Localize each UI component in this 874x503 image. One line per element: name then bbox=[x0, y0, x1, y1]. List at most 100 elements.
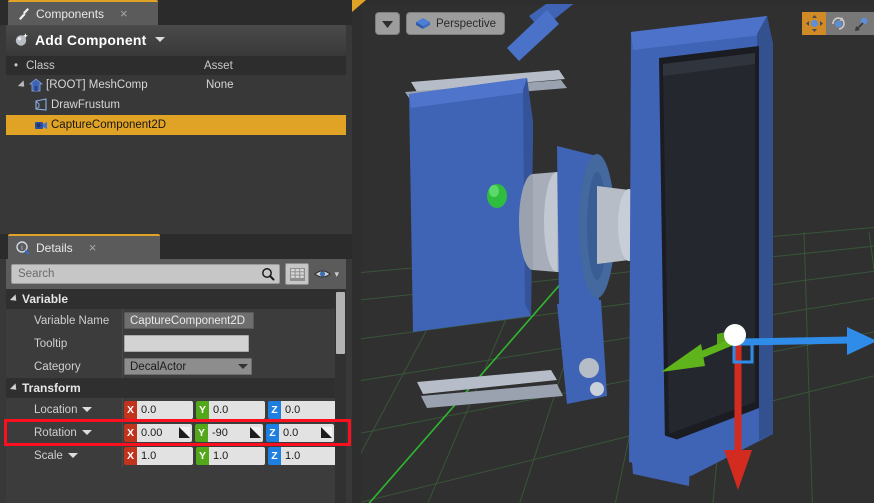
viewport-options-dropdown[interactable] bbox=[375, 12, 400, 35]
location-y-field[interactable]: Y 0.0 bbox=[196, 400, 265, 419]
input-variable-name[interactable]: CaptureComponent2D bbox=[124, 312, 254, 329]
viewport-toolbar: Perspective bbox=[375, 12, 506, 35]
perspective-label: Perspective bbox=[436, 17, 497, 30]
category-header-variable[interactable]: Variable bbox=[6, 289, 346, 309]
perspective-button[interactable]: Perspective bbox=[406, 12, 506, 35]
property-label-variable-name: Variable Name bbox=[34, 314, 110, 327]
property-row-category: Category DecalActor bbox=[6, 355, 346, 378]
details-scrollbar-thumb[interactable] bbox=[336, 292, 345, 354]
property-label-rotation: Rotation bbox=[6, 427, 124, 439]
add-component-button[interactable]: Add Component bbox=[6, 25, 346, 54]
tab-components[interactable]: Components × bbox=[8, 0, 158, 25]
axis-tag-z: Z bbox=[266, 423, 279, 442]
chevron-down-icon[interactable] bbox=[81, 429, 92, 435]
expander-arrow-icon[interactable] bbox=[17, 80, 28, 90]
rotation-x-field[interactable]: X 0.00 bbox=[124, 423, 192, 442]
tree-item-drawfrustum[interactable]: DrawFrustum bbox=[6, 95, 346, 115]
viewport-canvas[interactable]: Perspective bbox=[361, 4, 874, 503]
components-tree-header: • Class Asset bbox=[6, 56, 346, 75]
property-row-variable-name: Variable Name CaptureComponent2D bbox=[6, 309, 346, 332]
rotation-z-value[interactable]: 0.0 bbox=[279, 423, 334, 442]
frustum-icon bbox=[34, 98, 48, 112]
tab-details[interactable]: i Details × bbox=[8, 234, 160, 259]
rotation-y-field[interactable]: Y -90 bbox=[195, 423, 263, 442]
dropdown-value: DecalActor bbox=[130, 360, 187, 373]
input-tooltip[interactable] bbox=[124, 335, 249, 352]
grid-view-icon[interactable] bbox=[285, 263, 310, 285]
search-input[interactable]: Search bbox=[11, 264, 281, 284]
property-field-rotation: X 0.00 Y -90 Z 0.0 bbox=[124, 423, 334, 442]
spin-widget-icon[interactable] bbox=[250, 427, 261, 438]
property-label-location: Location bbox=[6, 404, 124, 416]
column-header-asset[interactable]: Asset bbox=[204, 60, 346, 72]
column-divider bbox=[122, 332, 123, 355]
scale-y-value[interactable]: 1.0 bbox=[209, 446, 265, 465]
location-x-field[interactable]: X 0.0 bbox=[124, 400, 193, 419]
location-y-value[interactable]: 0.0 bbox=[209, 400, 265, 419]
scale-x-field[interactable]: X 1.0 bbox=[124, 446, 193, 465]
rotation-x-value[interactable]: 0.00 bbox=[137, 423, 192, 442]
location-z-value[interactable]: 0.0 bbox=[281, 400, 337, 419]
scale-z-field[interactable]: Z 1.0 bbox=[268, 446, 337, 465]
axis-tag-y: Y bbox=[195, 423, 208, 442]
category-title: Transform bbox=[22, 381, 81, 395]
scale-z-value[interactable]: 1.0 bbox=[281, 446, 337, 465]
components-tree: [ROOT] MeshComp None DrawFrustum CaptureCom… bbox=[6, 75, 346, 229]
column-divider bbox=[122, 398, 123, 421]
details-search-toolbar: Search ▾ bbox=[6, 259, 346, 289]
tree-item-label: [ROOT] MeshComp bbox=[46, 79, 148, 91]
translate-gizmo[interactable] bbox=[361, 4, 874, 503]
vector-input-rotation: X 0.00 Y -90 Z 0.0 bbox=[124, 423, 334, 442]
tree-item-capturecomponent2d[interactable]: CaptureComponent2D bbox=[6, 115, 346, 135]
perspective-cube-icon bbox=[416, 18, 430, 29]
info-magnifier-icon: i bbox=[16, 240, 30, 255]
scene-capture-icon bbox=[34, 118, 48, 132]
tree-item-label: DrawFrustum bbox=[51, 99, 121, 111]
property-field-category: DecalActor bbox=[124, 358, 320, 375]
category-header-transform[interactable]: Transform bbox=[6, 378, 346, 398]
rotate-gizmo-button[interactable] bbox=[826, 12, 850, 35]
chevron-down-icon[interactable] bbox=[67, 452, 78, 458]
move-gizmo-icon bbox=[805, 15, 823, 32]
view-options-button[interactable]: ▾ bbox=[314, 268, 341, 280]
chevron-down-icon: ▾ bbox=[334, 268, 339, 279]
scale-x-value[interactable]: 1.0 bbox=[137, 446, 193, 465]
rotation-y-value[interactable]: -90 bbox=[208, 423, 263, 442]
expander-arrow-icon[interactable] bbox=[9, 294, 20, 304]
hammer-icon bbox=[19, 7, 29, 20]
rotation-z-field[interactable]: Z 0.0 bbox=[266, 423, 334, 442]
property-row-scale: Scale X 1.0 Y 1.0 Z 1.0 bbox=[6, 444, 346, 467]
property-field-location: X 0.0 Y 0.0 Z 0.0 bbox=[124, 400, 337, 419]
property-label-category: Category bbox=[34, 360, 81, 373]
close-icon[interactable]: × bbox=[89, 241, 97, 254]
location-x-value[interactable]: 0.0 bbox=[137, 400, 193, 419]
chevron-down-icon[interactable] bbox=[82, 406, 93, 412]
axis-tag-x: X bbox=[124, 423, 137, 442]
location-z-field[interactable]: Z 0.0 bbox=[268, 400, 337, 419]
sphere-plus-icon bbox=[15, 33, 28, 46]
property-label-tooltip: Tooltip bbox=[34, 337, 68, 350]
scale-y-field[interactable]: Y 1.0 bbox=[196, 446, 265, 465]
scale-gizmo-icon bbox=[854, 17, 867, 31]
expander-arrow-icon[interactable] bbox=[9, 383, 20, 393]
details-tabstrip: i Details × bbox=[0, 234, 352, 259]
translate-gizmo-button[interactable] bbox=[802, 12, 826, 35]
scale-gizmo-button[interactable] bbox=[850, 12, 874, 35]
column-divider bbox=[122, 444, 123, 467]
property-field-variable-name: CaptureComponent2D bbox=[124, 312, 320, 329]
dropdown-category[interactable]: DecalActor bbox=[124, 358, 252, 375]
column-divider bbox=[122, 421, 123, 444]
tree-item-label: CaptureComponent2D bbox=[51, 119, 167, 131]
property-row-rotation: Rotation X 0.00 Y -90 Z 0.0 bbox=[6, 421, 346, 444]
close-icon[interactable]: × bbox=[120, 7, 128, 20]
column-header-class[interactable]: Class bbox=[26, 60, 204, 72]
tree-item-asset: None bbox=[206, 79, 234, 91]
spin-widget-icon[interactable] bbox=[179, 427, 190, 438]
chevron-down-icon bbox=[382, 20, 393, 28]
vector-input-location: X 0.0 Y 0.0 Z 0.0 bbox=[124, 400, 337, 419]
property-row-location: Location X 0.0 Y 0.0 Z 0.0 bbox=[6, 398, 346, 421]
tree-item-root-meshcomp[interactable]: [ROOT] MeshComp None bbox=[6, 75, 346, 95]
spin-widget-icon[interactable] bbox=[321, 427, 332, 438]
unreal-editor-window: Components × Add Component • Class Asset bbox=[0, 0, 874, 503]
details-scrollbar[interactable] bbox=[335, 289, 346, 503]
